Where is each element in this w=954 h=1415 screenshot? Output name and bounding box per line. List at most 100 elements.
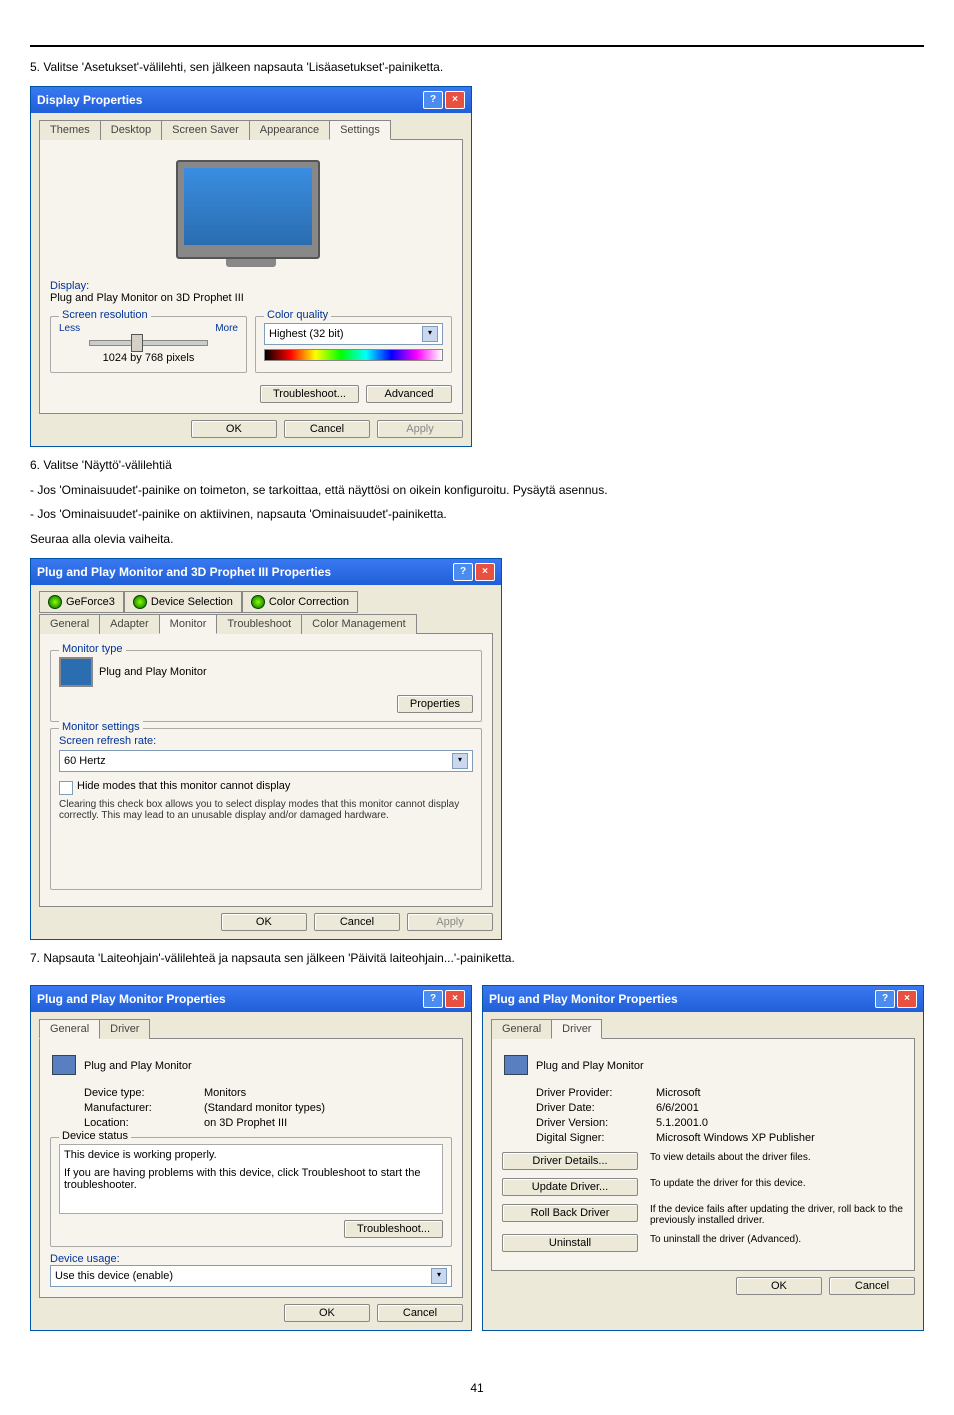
advanced-button[interactable]: Advanced [366,385,452,403]
monitor-preview [176,160,326,270]
refresh-rate-label: Screen refresh rate: [59,735,473,747]
chevron-down-icon: ▾ [452,753,468,769]
titlebar: Plug and Play Monitor and 3D Prophet III… [31,559,501,585]
device-name: Plug and Play Monitor [84,1060,192,1072]
tab-device-selection[interactable]: Device Selection [124,591,242,613]
close-icon[interactable]: × [475,563,495,581]
color-quality-value: Highest (32 bit) [269,328,344,340]
signer-value: Microsoft Windows XP Publisher [656,1132,815,1144]
close-icon[interactable]: × [445,990,465,1008]
color-quality-dropdown[interactable]: Highest (32 bit) ▾ [264,323,443,345]
tab-geforce[interactable]: GeForce3 [39,591,124,613]
driver-version-label: Driver Version: [536,1117,656,1129]
tab-driver[interactable]: Driver [551,1019,602,1039]
monitor-type-label: Monitor type [59,643,126,655]
page-number: 41 [30,1381,924,1395]
driver-details-button[interactable]: Driver Details... [502,1152,638,1170]
device-usage-value: Use this device (enable) [55,1270,173,1282]
tab-general[interactable]: General [491,1019,552,1039]
roll-back-driver-button[interactable]: Roll Back Driver [502,1204,638,1222]
hide-modes-label: Hide modes that this monitor cannot disp… [77,780,290,792]
ok-button[interactable]: OK [284,1304,370,1322]
location-label: Location: [84,1117,204,1129]
tab-adapter[interactable]: Adapter [99,614,160,634]
device-type-value: Monitors [204,1087,246,1099]
display-label: Display: [50,280,452,292]
color-bar [264,349,443,361]
slider-less-label: Less [59,323,80,334]
cancel-button[interactable]: Cancel [829,1277,915,1295]
cancel-button[interactable]: Cancel [314,913,400,931]
resolution-slider[interactable] [89,340,208,346]
ok-button[interactable]: OK [221,913,307,931]
tab-settings[interactable]: Settings [329,120,391,140]
tab-monitor[interactable]: Monitor [159,614,218,634]
monitor-properties-dialog: Plug and Play Monitor and 3D Prophet III… [30,558,502,940]
properties-button[interactable]: Properties [397,695,473,713]
step6c-text: Seuraa alla olevia vaiheita. [30,531,924,548]
step6a-text: - Jos 'Ominaisuudet'-painike on toimeton… [30,482,924,499]
tab-themes[interactable]: Themes [39,120,101,140]
manufacturer-value: (Standard monitor types) [204,1102,325,1114]
display-properties-dialog: Display Properties ? × Themes Desktop Sc… [30,86,472,447]
tab-general[interactable]: General [39,1019,100,1039]
apply-button[interactable]: Apply [407,913,493,931]
chevron-down-icon: ▾ [422,326,438,342]
device-name: Plug and Play Monitor [536,1060,644,1072]
step6b-text: - Jos 'Ominaisuudet'-painike on aktiivin… [30,506,924,523]
apply-button[interactable]: Apply [377,420,463,438]
tab-troubleshoot[interactable]: Troubleshoot [216,614,302,634]
screen-resolution-label: Screen resolution [59,309,151,321]
monitor-icon [50,1053,78,1079]
tab-color-management[interactable]: Color Management [301,614,417,634]
provider-value: Microsoft [656,1087,701,1099]
monitor-settings-label: Monitor settings [59,721,143,733]
help-icon[interactable]: ? [423,990,443,1008]
uninstall-desc: To uninstall the driver (Advanced). [650,1234,904,1245]
ok-button[interactable]: OK [191,420,277,438]
close-icon[interactable]: × [445,91,465,109]
titlebar: Plug and Play Monitor Properties ? × [31,986,471,1012]
signer-label: Digital Signer: [536,1132,656,1144]
troubleshoot-button[interactable]: Troubleshoot... [260,385,359,403]
color-quality-label: Color quality [264,309,331,321]
step6-text: 6. Valitse 'Näyttö'-välilehtiä [30,457,924,474]
ok-button[interactable]: OK [736,1277,822,1295]
tab-general[interactable]: General [39,614,100,634]
tab-color-correction[interactable]: Color Correction [242,591,358,613]
driver-date-label: Driver Date: [536,1102,656,1114]
tab-driver[interactable]: Driver [99,1019,150,1039]
tab-desktop[interactable]: Desktop [100,120,162,140]
close-icon[interactable]: × [897,990,917,1008]
tabs: Themes Desktop Screen Saver Appearance S… [39,119,463,140]
uninstall-button[interactable]: Uninstall [502,1234,638,1252]
update-driver-button[interactable]: Update Driver... [502,1178,638,1196]
troubleshoot-button[interactable]: Troubleshoot... [344,1220,443,1238]
step7-text: 7. Napsauta 'Laiteohjain'-välilehteä ja … [30,950,924,967]
monitor-icon [59,657,93,687]
tabs-row2: General Adapter Monitor Troubleshoot Col… [39,613,493,634]
tab-screensaver[interactable]: Screen Saver [161,120,250,140]
device-usage-dropdown[interactable]: Use this device (enable) ▾ [50,1265,452,1287]
help-icon[interactable]: ? [423,91,443,109]
help-icon[interactable]: ? [453,563,473,581]
cancel-button[interactable]: Cancel [377,1304,463,1322]
update-driver-desc: To update the driver for this device. [650,1178,904,1189]
step5-text: 5. Valitse 'Asetukset'-välilehti, sen jä… [30,59,924,76]
titlebar: Plug and Play Monitor Properties ? × [483,986,923,1012]
manufacturer-label: Manufacturer: [84,1102,204,1114]
driver-version-value: 5.1.2001.0 [656,1117,708,1129]
monitor-name: Plug and Play Monitor [99,666,207,678]
dialog-title: Plug and Play Monitor Properties [489,992,678,1006]
plug-play-driver-dialog: Plug and Play Monitor Properties ? × Gen… [482,985,924,1331]
refresh-rate-value: 60 Hertz [64,755,106,767]
tab-appearance[interactable]: Appearance [249,120,330,140]
hide-modes-checkbox[interactable] [59,781,73,795]
plug-play-general-dialog: Plug and Play Monitor Properties ? × Gen… [30,985,472,1331]
cancel-button[interactable]: Cancel [284,420,370,438]
help-icon[interactable]: ? [875,990,895,1008]
device-usage-label: Device usage: [50,1253,452,1265]
status-textarea: This device is working properly. If you … [59,1144,443,1214]
dialog-title: Plug and Play Monitor and 3D Prophet III… [37,565,331,579]
refresh-rate-dropdown[interactable]: 60 Hertz ▾ [59,750,473,772]
